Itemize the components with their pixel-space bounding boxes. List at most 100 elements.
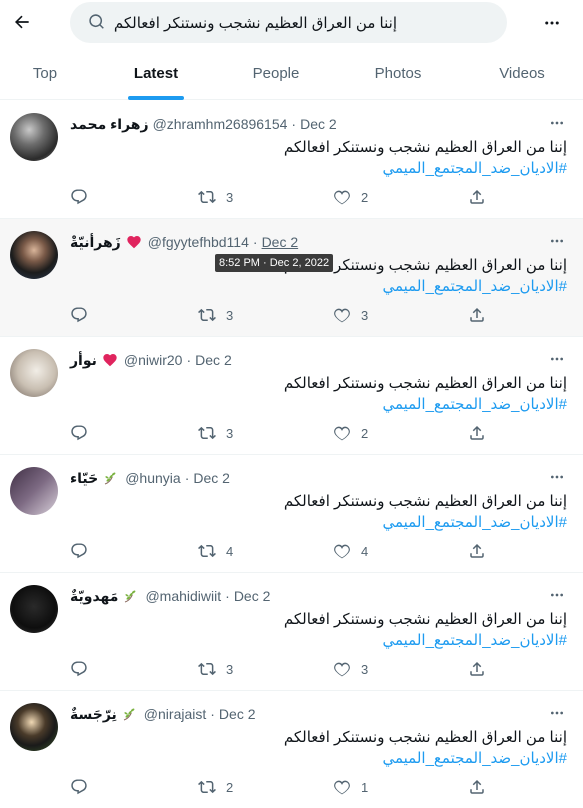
user-handle[interactable]: @niwir20	[124, 352, 183, 368]
tweet-date[interactable]: Dec 2	[219, 706, 256, 722]
tab-top[interactable]: Top	[8, 46, 82, 100]
share-icon	[470, 661, 484, 676]
retweet-icon	[198, 780, 216, 794]
share-button[interactable]	[468, 541, 486, 561]
tweet[interactable]: مَهدويّةٌ @mahidiwiit · Dec 2 إننا من ال…	[0, 573, 583, 691]
tab-videos-label: Videos	[499, 64, 545, 82]
hashtag-link[interactable]: #الاديان_ضد_المجتمع_الميمي	[70, 276, 567, 297]
like-button[interactable]: 2	[333, 423, 368, 443]
retweet-button[interactable]: 3	[198, 305, 233, 325]
tweet-actions: 3 2	[0, 423, 583, 443]
retweet-button[interactable]: 2	[198, 777, 233, 797]
tab-people-label: People	[252, 64, 300, 82]
tweet-date[interactable]: Dec 2	[262, 234, 299, 250]
avatar[interactable]	[10, 703, 58, 751]
tweet-text: إننا من العراق العظيم نشجب ونستنكر افعال…	[70, 609, 567, 651]
display-name[interactable]: نِرّجَسةٌ	[70, 706, 117, 723]
retweet-button[interactable]: 4	[198, 541, 233, 561]
tweet[interactable]: نوأر @niwir20 · Dec 2 إننا من العراق الع…	[0, 337, 583, 455]
reply-button[interactable]	[70, 305, 98, 325]
timestamp-tooltip: 8:52 PM · Dec 2, 2022	[215, 254, 334, 272]
tweet-more-icon[interactable]	[549, 115, 565, 131]
separator-dot: ·	[291, 116, 297, 132]
tweet-text: إننا من العراق العظيم نشجب ونستنكر افعال…	[70, 373, 567, 415]
share-button[interactable]	[468, 659, 486, 679]
retweet-button[interactable]: 3	[198, 187, 233, 207]
hashtag-link[interactable]: #الاديان_ضد_المجتمع_الميمي	[70, 158, 567, 179]
like-count: 1	[361, 779, 369, 795]
share-icon	[470, 307, 484, 322]
tab-latest[interactable]: Latest	[118, 46, 194, 100]
search-input[interactable]: إننا من العراق العظيم نشجب ونستنكر افعال…	[114, 14, 397, 32]
display-name[interactable]: نوأر	[70, 352, 97, 369]
tweet-actions: 3 2	[0, 187, 583, 207]
tweet[interactable]: زَهرأنيّةْ @fgyytefhbd114 · Dec 2 إننا م…	[0, 219, 583, 337]
share-button[interactable]	[468, 423, 486, 443]
user-handle[interactable]: @fgyytefhbd114	[148, 234, 249, 250]
share-button[interactable]	[468, 305, 486, 325]
avatar[interactable]	[10, 349, 58, 397]
heart-icon	[334, 190, 350, 205]
user-handle[interactable]: @nirajaist	[144, 706, 206, 722]
tab-videos[interactable]: Videos	[484, 46, 560, 100]
retweet-count: 3	[226, 661, 234, 677]
tweet-more-icon[interactable]	[549, 587, 565, 603]
user-handle[interactable]: @hunyia	[125, 470, 180, 486]
share-icon	[470, 189, 484, 204]
separator-dot: ·	[210, 706, 215, 722]
retweet-button[interactable]: 3	[198, 423, 233, 443]
reply-button[interactable]	[70, 777, 98, 797]
tweet-date[interactable]: Dec 2	[300, 116, 337, 132]
display-name[interactable]: حَيّاء	[70, 470, 98, 487]
like-button[interactable]: 3	[333, 659, 368, 679]
active-tab-indicator	[128, 96, 184, 100]
tweet-date[interactable]: Dec 2	[193, 470, 230, 486]
retweet-button[interactable]: 3	[198, 659, 233, 679]
reply-button[interactable]	[70, 541, 98, 561]
tweet-more-icon[interactable]	[549, 469, 565, 485]
tweet-header: حَيّاء @hunyia · Dec 2	[70, 469, 230, 487]
tweet-more-icon[interactable]	[549, 233, 565, 249]
tweet-more-icon[interactable]	[549, 705, 565, 721]
tweet-more-icon[interactable]	[549, 351, 565, 367]
more-options-icon[interactable]	[541, 12, 563, 34]
user-handle[interactable]: @mahidiwiit	[145, 588, 221, 604]
tweet[interactable]: زهراء محمد @zhramhm26896154 · Dec 2 إننا…	[0, 101, 583, 219]
search-bar[interactable]: إننا من العراق العظيم نشجب ونستنكر افعال…	[70, 2, 507, 43]
avatar[interactable]	[10, 585, 58, 633]
hashtag-link[interactable]: #الاديان_ضد_المجتمع_الميمي	[70, 748, 567, 769]
tweet-date[interactable]: Dec 2	[234, 588, 271, 604]
hashtag-link[interactable]: #الاديان_ضد_المجتمع_الميمي	[70, 630, 567, 651]
heart-icon	[334, 544, 350, 559]
reply-button[interactable]	[70, 187, 98, 207]
display-name[interactable]: زَهرأنيّةْ	[70, 234, 121, 251]
avatar[interactable]	[10, 231, 58, 279]
hashtag-link[interactable]: #الاديان_ضد_المجتمع_الميمي	[70, 512, 567, 533]
like-button[interactable]: 4	[333, 541, 368, 561]
display-name[interactable]: مَهدويّةٌ	[70, 588, 118, 605]
top-bar: إننا من العراق العظيم نشجب ونستنكر افعال…	[0, 0, 583, 46]
share-button[interactable]	[468, 187, 486, 207]
retweet-icon	[198, 190, 216, 204]
reply-button[interactable]	[70, 423, 98, 443]
display-name[interactable]: زهراء محمد	[70, 116, 149, 133]
tweet[interactable]: حَيّاء @hunyia · Dec 2 إننا من العراق ال…	[0, 455, 583, 573]
share-button[interactable]	[468, 777, 486, 797]
retweet-count: 4	[226, 543, 234, 559]
tab-people[interactable]: People	[238, 46, 314, 100]
like-button[interactable]: 3	[333, 305, 368, 325]
reply-icon	[71, 307, 87, 323]
tweet[interactable]: نِرّجَسةٌ @nirajaist · Dec 2 إننا من الع…	[0, 691, 583, 808]
tweet-date[interactable]: Dec 2	[195, 352, 232, 368]
back-arrow-icon[interactable]	[8, 8, 36, 36]
avatar[interactable]	[10, 467, 58, 515]
tab-photos[interactable]: Photos	[360, 46, 436, 100]
like-button[interactable]: 2	[333, 187, 368, 207]
user-handle[interactable]: @zhramhm26896154	[153, 116, 288, 132]
like-button[interactable]: 1	[333, 777, 368, 797]
reply-button[interactable]	[70, 659, 98, 679]
hashtag-link[interactable]: #الاديان_ضد_المجتمع_الميمي	[70, 394, 567, 415]
tweet-header: زهراء محمد @zhramhm26896154 · Dec 2	[70, 115, 337, 133]
tweet-text-line: إننا من العراق العظيم نشجب ونستنكر افعال…	[283, 729, 567, 746]
avatar[interactable]	[10, 113, 58, 161]
